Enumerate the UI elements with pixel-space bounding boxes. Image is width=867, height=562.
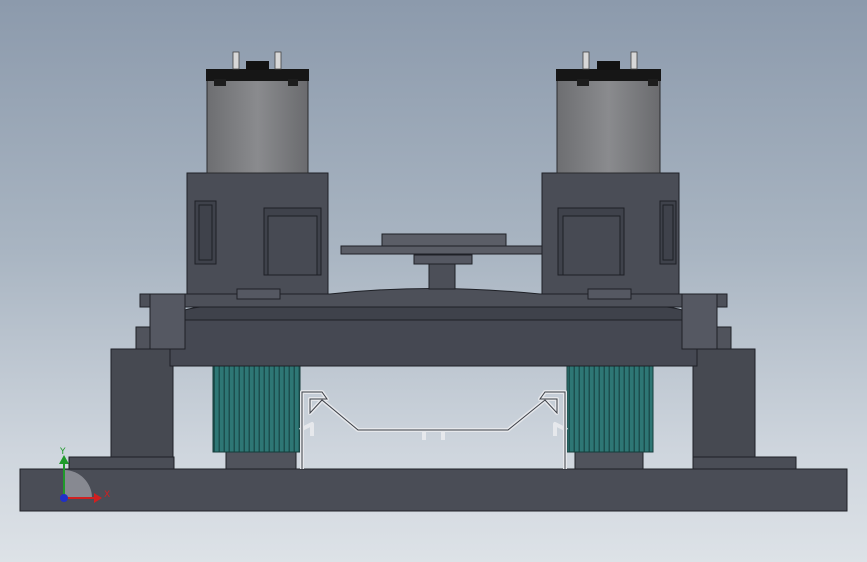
terminal-right-a <box>582 51 590 70</box>
cover-block-left[interactable] <box>149 293 186 350</box>
cad-viewport[interactable]: Y X <box>0 0 867 562</box>
rail-profile-outline <box>301 391 566 469</box>
motor-housing-right[interactable] <box>541 172 680 300</box>
triad-x-label: X <box>104 490 110 500</box>
terminal-left-a <box>232 51 240 70</box>
center-arm[interactable] <box>340 245 543 255</box>
cover-block-right[interactable] <box>681 293 718 350</box>
spindle-collar[interactable] <box>413 254 473 265</box>
triad-z-axis-icon <box>60 494 68 502</box>
pillar-left[interactable] <box>110 348 174 458</box>
cross-beam-top[interactable] <box>169 306 698 321</box>
gear-left[interactable] <box>212 364 301 453</box>
terminal-right-b <box>630 51 638 70</box>
center-disc[interactable] <box>381 233 507 247</box>
motor-housing-left[interactable] <box>186 172 329 300</box>
triad-y-label: Y <box>59 447 66 457</box>
spindle[interactable] <box>428 261 456 290</box>
pillar-right[interactable] <box>692 348 756 458</box>
base-step-left[interactable] <box>68 456 175 470</box>
base-step-right[interactable] <box>692 456 797 470</box>
gear-right[interactable] <box>566 364 654 453</box>
mechanism-model[interactable] <box>19 51 848 512</box>
hub-left[interactable] <box>225 451 297 470</box>
slot-left-a <box>194 200 217 265</box>
base-plate[interactable] <box>19 468 848 512</box>
motor-right[interactable] <box>556 51 661 174</box>
motor-cap-right <box>556 69 661 81</box>
terminal-left-b <box>274 51 282 70</box>
slot-right-a <box>659 200 677 265</box>
motor-left[interactable] <box>206 51 309 174</box>
hub-right[interactable] <box>574 451 644 470</box>
